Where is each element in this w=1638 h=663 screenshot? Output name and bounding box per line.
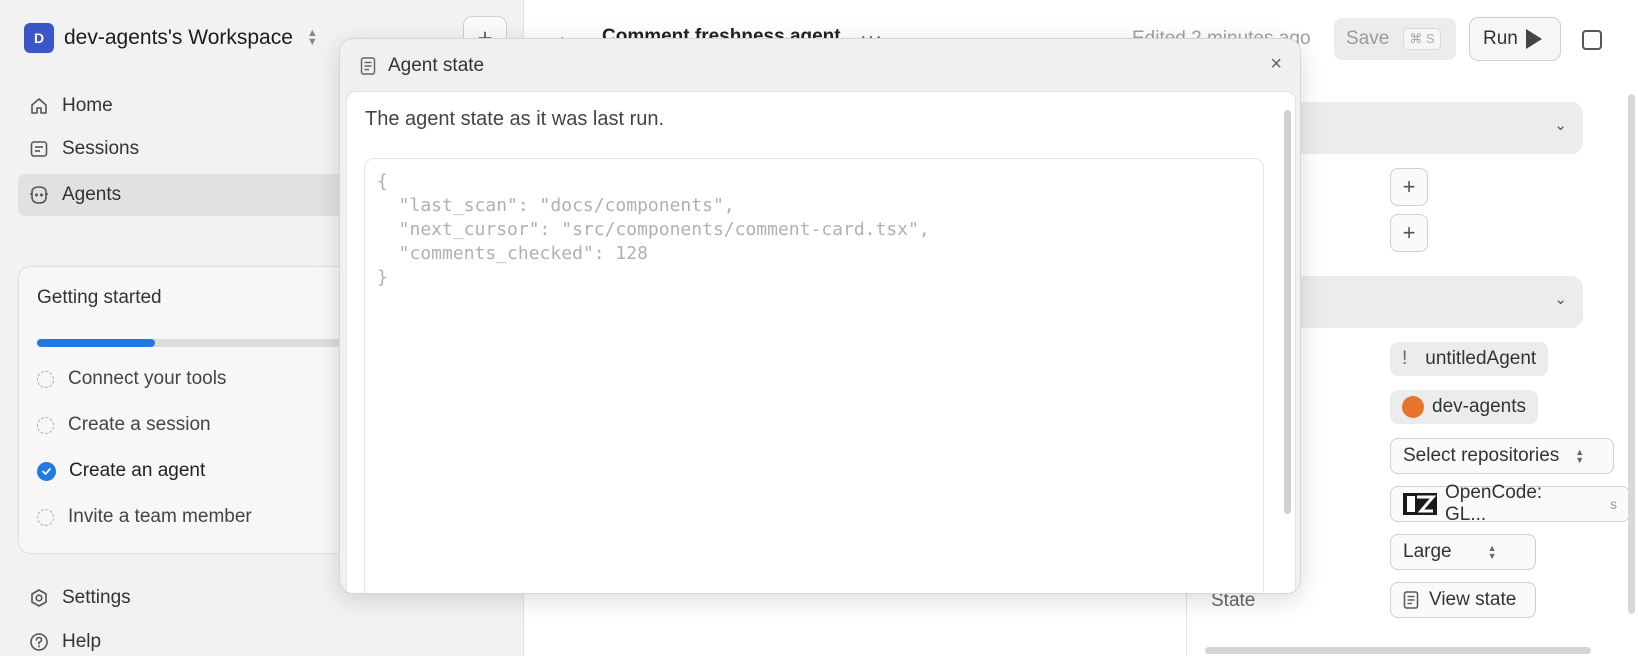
model-logo-icon — [1403, 493, 1437, 515]
nav-item-help[interactable]: Help — [18, 621, 518, 663]
dialog-title: Agent state — [388, 55, 485, 76]
state-code-viewer[interactable]: { "last_scan": "docs/components", "next_… — [364, 158, 1264, 593]
play-icon — [1525, 29, 1542, 49]
checklist-item-connect-tools[interactable]: Connect your tools — [37, 365, 226, 393]
checklist-label: Invite a team member — [68, 506, 252, 527]
checklist-label: Create an agent — [69, 460, 206, 481]
workspace-name: dev-agents's Workspace — [64, 26, 293, 49]
help-icon — [28, 631, 50, 653]
pending-circle-icon — [37, 416, 54, 434]
document-icon — [1403, 591, 1419, 609]
pending-circle-icon — [37, 370, 54, 388]
progress-fill — [37, 339, 155, 347]
size-select[interactable]: Large ▲ ▼ — [1390, 534, 1536, 570]
code-line: "last_scan": "docs/components", — [377, 195, 735, 216]
toggle-panel-icon[interactable] — [1582, 30, 1602, 50]
getting-started-title: Getting started — [37, 287, 162, 308]
owner-chip-label: dev-agents — [1432, 396, 1527, 417]
owner-avatar — [1402, 396, 1424, 418]
nav-label: Sessions — [62, 138, 140, 159]
alert-icon: ! — [1402, 348, 1408, 369]
repository-select[interactable]: Select repositories ▲ ▼ — [1390, 438, 1614, 474]
prompt-chip[interactable]: ! untitledAgent — [1390, 342, 1549, 376]
prompt-chip-label: untitledAgent — [1425, 348, 1537, 369]
nav-label: Help — [62, 631, 102, 652]
nav-label: Settings — [62, 587, 131, 608]
check-circle-icon — [37, 461, 56, 481]
dialog-header: Agent state × — [340, 39, 1300, 91]
workspace-avatar: D — [24, 23, 54, 53]
close-icon[interactable]: × — [1270, 53, 1282, 76]
owner-chip[interactable]: dev-agents — [1390, 390, 1539, 424]
view-state-label: View state — [1429, 589, 1517, 610]
code-line: } — [377, 267, 388, 288]
chevron-down-icon: ⌄ — [1554, 117, 1567, 134]
model-select[interactable]: OpenCode: GL... s — [1390, 482, 1630, 525]
add-button[interactable]: + — [1390, 168, 1428, 206]
save-button[interactable]: Save ⌘ S — [1334, 18, 1456, 60]
home-icon — [28, 95, 50, 117]
sort-icon: ▲ ▼ — [306, 27, 318, 48]
pending-circle-icon — [37, 508, 54, 526]
nav-label: Home — [62, 95, 113, 116]
view-state-button[interactable]: View state — [1390, 582, 1536, 618]
checklist-item-invite-member[interactable]: Invite a team member — [37, 503, 252, 531]
add-button[interactable]: + — [1390, 214, 1428, 252]
checklist-item-create-agent[interactable]: Create an agent — [37, 457, 205, 485]
size-select-label: Large — [1403, 541, 1452, 562]
document-icon — [360, 57, 376, 80]
select-arrows-icon: ▲ ▼ — [1487, 543, 1497, 561]
agent-state-dialog: Agent state × The agent state as it was … — [339, 38, 1301, 594]
chevron-down-icon: ⌄ — [1554, 291, 1567, 308]
run-label: Run — [1483, 28, 1518, 49]
code-line: { — [377, 171, 388, 192]
checklist-item-create-session[interactable]: Create a session — [37, 411, 211, 439]
dialog-scrollbar[interactable] — [1284, 110, 1291, 514]
code-line: "next_cursor": "src/components/comment-c… — [377, 219, 930, 240]
checklist-label: Connect your tools — [68, 368, 227, 389]
vertical-scrollbar[interactable] — [1628, 94, 1635, 614]
agents-icon — [28, 184, 50, 206]
dialog-description: The agent state as it was last run. — [365, 108, 665, 130]
select-arrows-icon: ▲ ▼ — [1575, 447, 1585, 465]
settings-icon — [28, 587, 50, 609]
repository-select-label: Select repositories — [1403, 445, 1560, 466]
save-shortcut: ⌘ S — [1403, 28, 1441, 50]
model-select-extra: s — [1610, 496, 1617, 512]
save-label: Save — [1346, 28, 1390, 49]
workspace-switcher[interactable]: D dev-agents's Workspace ▲ ▼ — [24, 22, 318, 54]
checklist-label: Create a session — [68, 414, 211, 435]
run-button[interactable]: Run — [1469, 17, 1561, 61]
sessions-icon — [28, 138, 50, 160]
horizontal-scrollbar[interactable] — [1205, 647, 1591, 654]
dialog-body: The agent state as it was last run. { "l… — [346, 91, 1296, 593]
nav-label: Agents — [62, 184, 122, 205]
code-line: "comments_checked": 128 — [377, 243, 648, 264]
model-select-label: OpenCode: GL... — [1445, 482, 1543, 525]
